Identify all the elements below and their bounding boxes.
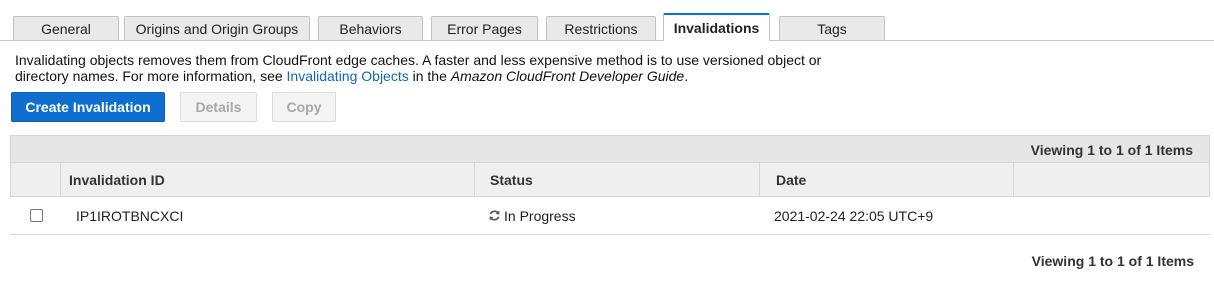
refresh-icon — [488, 198, 501, 236]
tab-general[interactable]: General — [13, 16, 119, 40]
guide-name: Amazon CloudFront Developer Guide — [450, 68, 685, 84]
invalidating-objects-link[interactable]: Invalidating Objects — [287, 68, 409, 84]
column-header-date[interactable]: Date — [759, 163, 1013, 196]
table-row[interactable]: IP1IROTBNCXCI In Progress 2021-02-24 22:… — [10, 197, 1210, 235]
description-text-middle: in the — [408, 68, 451, 84]
pagination-summary-bottom: Viewing 1 to 1 of 1 Items — [1031, 253, 1194, 269]
description-text-end: . — [684, 68, 689, 84]
tab-tags[interactable]: Tags — [779, 16, 885, 40]
table-header: Invalidation ID Status Date — [10, 163, 1210, 197]
tab-behaviors[interactable]: Behaviors — [318, 16, 423, 40]
row-select-checkbox[interactable] — [30, 209, 43, 222]
tab-origins[interactable]: Origins and Origin Groups — [124, 16, 310, 40]
date-cell: 2021-02-24 22:05 UTC+9 — [774, 208, 934, 224]
extra-column-header — [1013, 163, 1209, 196]
tab-error-pages[interactable]: Error Pages — [431, 16, 538, 40]
invalidations-description: Invalidating objects removes them from C… — [15, 52, 835, 84]
tab-invalidations[interactable]: Invalidations — [663, 13, 770, 41]
tab-restrictions[interactable]: Restrictions — [546, 16, 656, 40]
tab-bar: General Origins and Origin Groups Behavi… — [0, 0, 1214, 41]
column-header-status[interactable]: Status — [474, 163, 759, 196]
invalidations-table: Viewing 1 to 1 of 1 Items Invalidation I… — [10, 135, 1210, 235]
select-column-header — [11, 163, 61, 196]
invalidation-id-cell: IP1IROTBNCXCI — [76, 208, 184, 224]
create-invalidation-button[interactable]: Create Invalidation — [11, 92, 165, 122]
column-header-invalidation-id[interactable]: Invalidation ID — [60, 163, 474, 196]
details-button[interactable]: Details — [180, 92, 257, 122]
status-text: In Progress — [504, 208, 576, 224]
pagination-summary-top: Viewing 1 to 1 of 1 Items — [10, 135, 1210, 163]
copy-button[interactable]: Copy — [272, 92, 336, 122]
status-cell: In Progress — [488, 197, 576, 234]
